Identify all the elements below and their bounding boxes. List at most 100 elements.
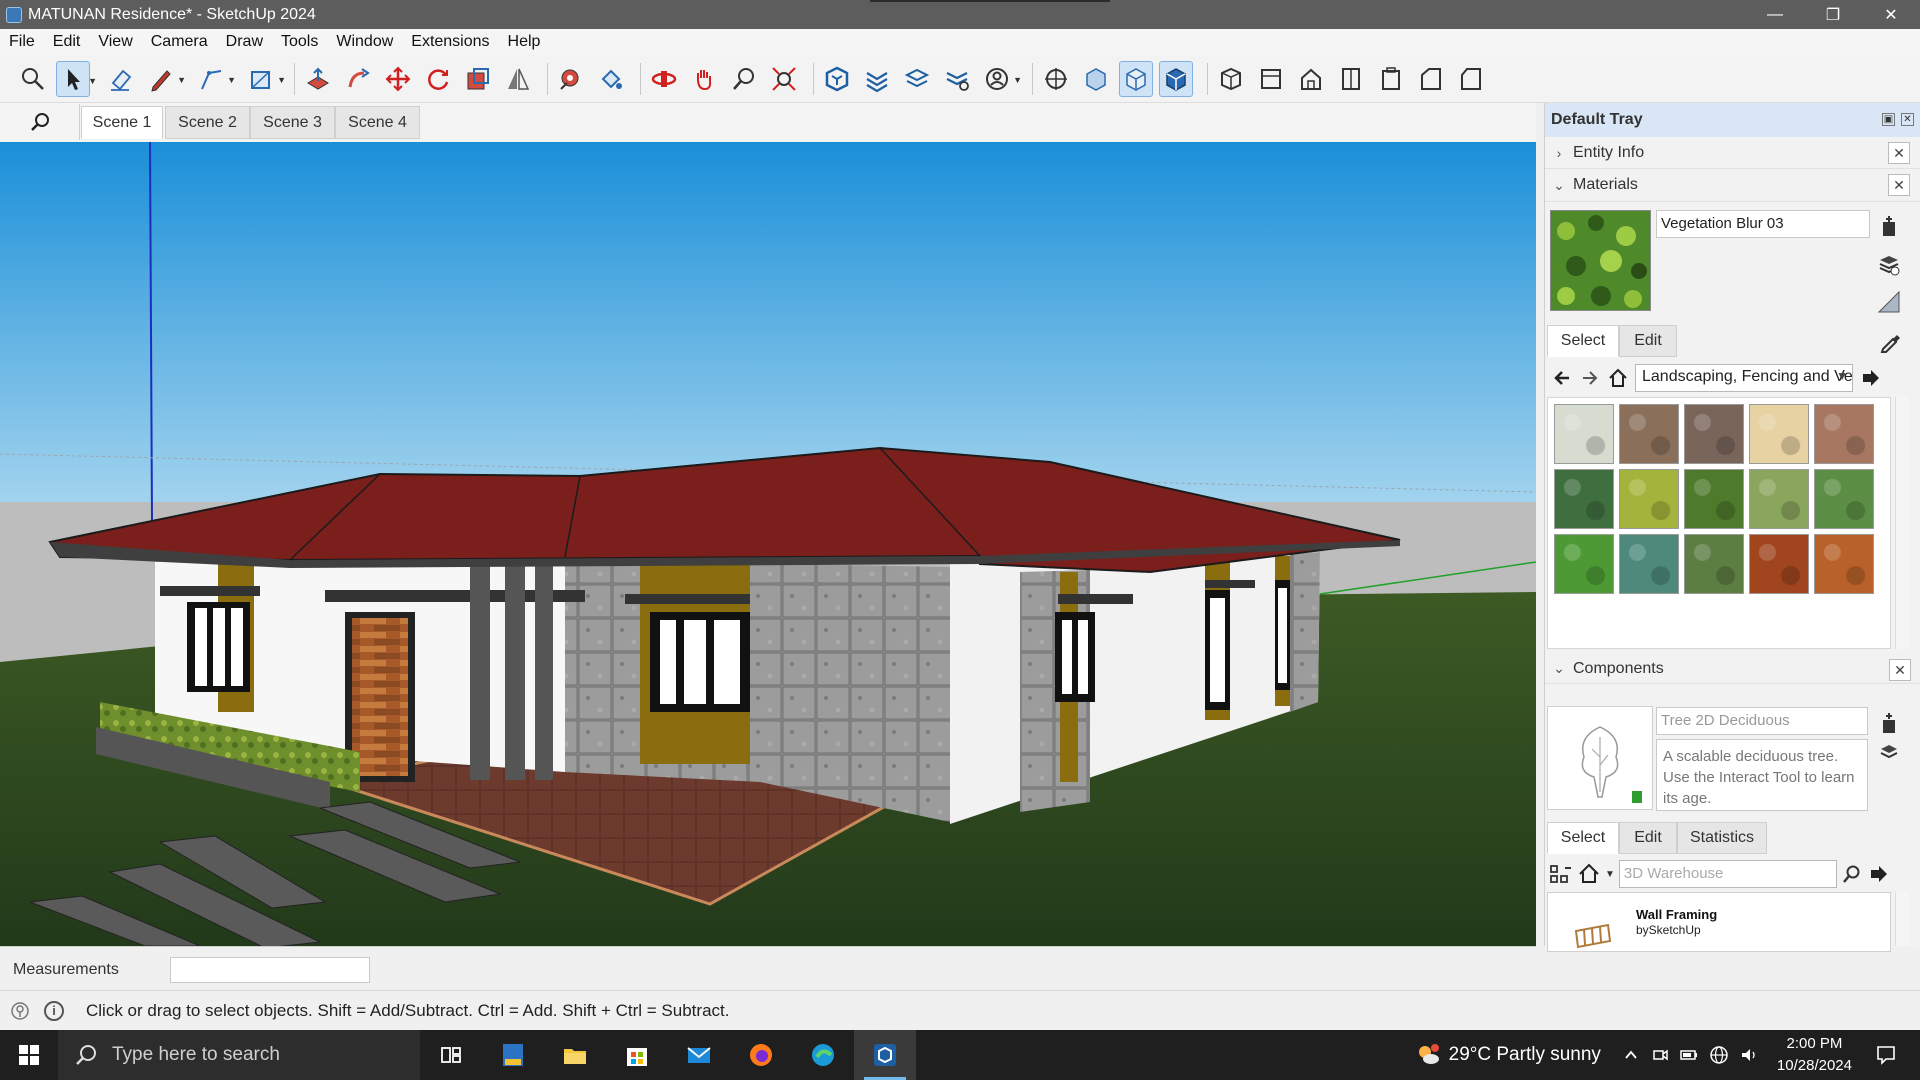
- follow-me-tool-button[interactable]: [341, 61, 375, 97]
- layout-send-button[interactable]: [900, 61, 934, 97]
- paint-bucket-tool-button[interactable]: [594, 61, 628, 97]
- material-swatch[interactable]: [1619, 534, 1679, 594]
- material-collection-select[interactable]: Landscaping, Fencing and Vegetation ▼: [1635, 364, 1853, 392]
- back-arrow-icon[interactable]: [1551, 367, 1573, 389]
- move-tool-button[interactable]: [381, 61, 415, 97]
- orbit-tool-button[interactable]: [647, 61, 681, 97]
- scale-tool-button[interactable]: [461, 61, 495, 97]
- rotate-tool-button[interactable]: [421, 61, 455, 97]
- measurements-input[interactable]: [170, 957, 370, 983]
- tape-measure-tool-button[interactable]: [554, 61, 588, 97]
- chevron-down-icon[interactable]: ▼: [227, 75, 236, 85]
- back-view-button[interactable]: [1374, 61, 1408, 97]
- home-icon[interactable]: [1577, 862, 1601, 886]
- network-globe-icon[interactable]: [1709, 1045, 1729, 1065]
- create-material-icon[interactable]: [1877, 214, 1901, 238]
- extension-warehouse-button[interactable]: [860, 61, 894, 97]
- chevron-down-icon[interactable]: ▼: [277, 75, 286, 85]
- forward-arrow-icon[interactable]: [1579, 367, 1601, 389]
- position-camera-button[interactable]: [1039, 61, 1073, 97]
- scene-tab-4[interactable]: Scene 4: [335, 106, 420, 139]
- pan-tool-button[interactable]: [687, 61, 721, 97]
- chevron-down-icon[interactable]: ▼: [1605, 869, 1615, 880]
- material-swatch[interactable]: [1619, 404, 1679, 464]
- notifications-icon[interactable]: [1874, 1043, 1898, 1067]
- material-swatch[interactable]: [1684, 469, 1744, 529]
- menu-view[interactable]: View: [89, 33, 141, 51]
- eraser-tool-button[interactable]: [104, 61, 138, 97]
- material-swatch[interactable]: [1749, 534, 1809, 594]
- details-arrow-icon[interactable]: [1867, 862, 1891, 886]
- iso-view-button[interactable]: [1214, 61, 1248, 97]
- volume-icon[interactable]: [1739, 1046, 1759, 1064]
- default-material-icon[interactable]: [1877, 290, 1901, 314]
- material-swatch[interactable]: [1814, 534, 1874, 594]
- component-result-item[interactable]: Wall Framing bySketchUp: [1547, 892, 1891, 952]
- maximize-button[interactable]: ❐: [1804, 0, 1862, 29]
- meet-now-icon[interactable]: [1651, 1046, 1669, 1064]
- flip-tool-button[interactable]: [501, 61, 535, 97]
- entity-info-header[interactable]: › Entity Info ✕: [1545, 137, 1920, 169]
- zoom-tool-button[interactable]: [727, 61, 761, 97]
- taskbar-app-dwg[interactable]: [482, 1030, 544, 1080]
- components-statistics-tab[interactable]: Statistics: [1677, 822, 1767, 854]
- taskbar-app-sketchup[interactable]: [854, 1030, 916, 1080]
- taskbar-app-firefox[interactable]: [730, 1030, 792, 1080]
- material-swatch[interactable]: [1684, 534, 1744, 594]
- info-icon[interactable]: i: [44, 1000, 64, 1021]
- material-swatch[interactable]: [1554, 534, 1614, 594]
- chevron-down-icon[interactable]: ▼: [88, 76, 97, 86]
- taskbar-app-mail[interactable]: [668, 1030, 730, 1080]
- material-swatch[interactable]: [1619, 469, 1679, 529]
- material-swatch[interactable]: [1814, 469, 1874, 529]
- menu-camera[interactable]: Camera: [142, 33, 217, 51]
- minimize-button[interactable]: —: [1746, 0, 1804, 29]
- menu-help[interactable]: Help: [499, 33, 550, 51]
- battery-icon[interactable]: [1679, 1046, 1699, 1064]
- left-view-button[interactable]: [1414, 61, 1448, 97]
- extension-manager-button[interactable]: [940, 61, 974, 97]
- material-swatch[interactable]: [1814, 404, 1874, 464]
- view-options-icon[interactable]: [1549, 862, 1573, 886]
- material-name-field[interactable]: Vegetation Blur 03: [1656, 210, 1870, 238]
- component-name-field[interactable]: Tree 2D Deciduous: [1656, 707, 1868, 735]
- top-view-button[interactable]: [1254, 61, 1288, 97]
- taskbar-app-edge[interactable]: [792, 1030, 854, 1080]
- details-arrow-icon[interactable]: [1859, 366, 1883, 390]
- menu-edit[interactable]: Edit: [44, 33, 90, 51]
- components-select-tab[interactable]: Select: [1547, 822, 1619, 854]
- materials-scrollbar[interactable]: [1895, 397, 1909, 649]
- scene-tab-1[interactable]: Scene 1: [81, 106, 163, 139]
- shaded-textures-button[interactable]: [1159, 60, 1193, 97]
- components-scrollbar[interactable]: [1895, 892, 1909, 946]
- select-tool-button[interactable]: ▼: [56, 60, 97, 97]
- start-button[interactable]: [0, 1030, 58, 1080]
- pencil-tool-button[interactable]: ▼: [144, 61, 186, 97]
- menu-file[interactable]: File: [0, 33, 44, 51]
- menu-window[interactable]: Window: [327, 33, 402, 51]
- material-swatch[interactable]: [1749, 404, 1809, 464]
- search-tool-button[interactable]: [16, 61, 50, 97]
- material-stack-icon[interactable]: [1877, 252, 1901, 276]
- materials-close-button[interactable]: ✕: [1888, 174, 1910, 196]
- materials-header[interactable]: ⌄ Materials ✕: [1545, 169, 1920, 202]
- material-swatch[interactable]: [1749, 469, 1809, 529]
- model-scene[interactable]: [0, 142, 1536, 946]
- arc-tool-button[interactable]: ▼: [194, 61, 236, 97]
- hidden-line-button[interactable]: [1119, 60, 1153, 97]
- taskbar-search-box[interactable]: Type here to search: [58, 1030, 420, 1080]
- entity-info-close-button[interactable]: ✕: [1888, 142, 1910, 164]
- push-pull-tool-button[interactable]: [301, 61, 335, 97]
- components-close-button[interactable]: ✕: [1889, 659, 1911, 681]
- pin-icon[interactable]: ▣: [1882, 113, 1895, 126]
- component-options-icon[interactable]: [1877, 741, 1901, 765]
- zoom-extents-tool-button[interactable]: [767, 61, 801, 97]
- menu-draw[interactable]: Draw: [217, 33, 272, 51]
- x-ray-button[interactable]: [1079, 61, 1113, 97]
- scene-tab-2[interactable]: Scene 2: [165, 106, 250, 139]
- menu-extensions[interactable]: Extensions: [402, 33, 498, 51]
- geo-location-icon[interactable]: [10, 1001, 30, 1021]
- create-component-icon[interactable]: [1877, 711, 1901, 735]
- bottom-view-button[interactable]: [1454, 61, 1488, 97]
- material-swatch[interactable]: [1684, 404, 1744, 464]
